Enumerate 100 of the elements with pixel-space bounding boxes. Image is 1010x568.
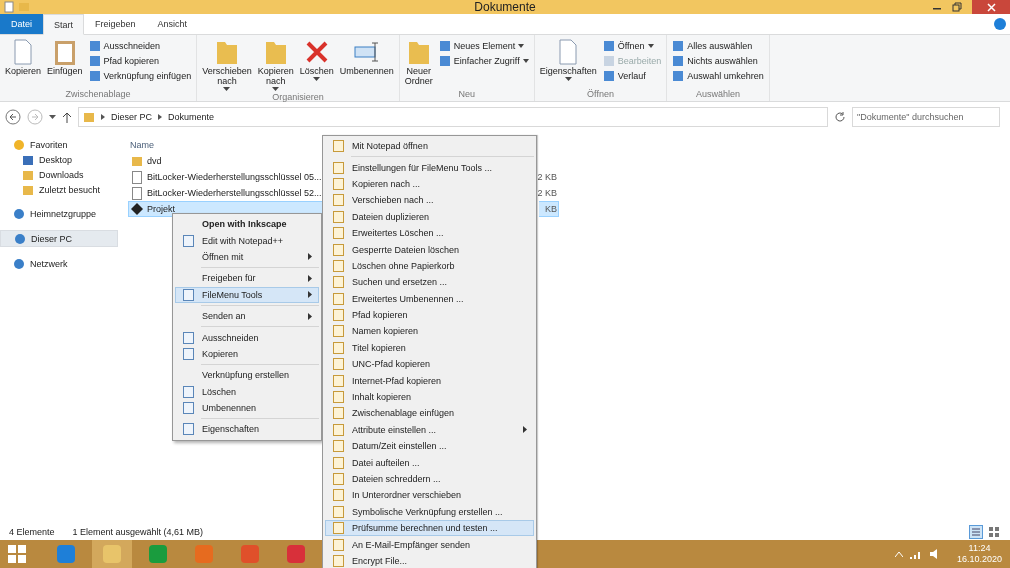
ribbon-button[interactable]: Auswahl umkehren: [670, 69, 766, 83]
menu-item[interactable]: Ausschneiden: [175, 329, 319, 346]
help-icon[interactable]: [994, 18, 1006, 30]
ribbon-button[interactable]: Neues Element: [436, 39, 531, 53]
menu-item[interactable]: Verschieben nach ...: [325, 192, 534, 209]
ribbon-button[interactable]: Kopieren nach: [255, 37, 296, 92]
chevron-up-icon[interactable]: [894, 551, 903, 557]
ribbon-button[interactable]: Alles auswählen: [670, 39, 766, 53]
ribbon-button[interactable]: Kopieren: [3, 37, 44, 89]
details-view-icon[interactable]: [969, 525, 983, 539]
ribbon-button[interactable]: Öffnen: [600, 39, 664, 53]
menu-item[interactable]: Freigeben für: [175, 270, 319, 287]
menu-item[interactable]: Erweitertes Umbenennen ...: [325, 290, 534, 307]
up-arrow-icon[interactable]: [62, 111, 72, 123]
page-icon: [332, 341, 344, 354]
ribbon-tab[interactable]: Ansicht: [146, 14, 199, 34]
breadcrumb[interactable]: Dokumente: [168, 112, 215, 122]
sidebar-item[interactable]: Heimnetzgruppe: [0, 206, 118, 221]
file-name-cell[interactable]: BitLocker-Wiederherstellungsschlüssel 52...: [128, 185, 322, 201]
menu-item[interactable]: Dateien schreddern ...: [325, 470, 534, 488]
forward-icon[interactable]: [27, 109, 43, 125]
menu-item[interactable]: Attribute einstellen ...: [325, 421, 534, 439]
menu-item[interactable]: In Unterordner verschieben: [325, 487, 534, 504]
caret-icon: [223, 87, 231, 91]
search-field[interactable]: "Dokumente" durchsuchen: [852, 107, 1000, 127]
menu-item[interactable]: Erweitertes Löschen ...: [325, 224, 534, 242]
sidebar-item[interactable]: Favoriten: [0, 137, 118, 152]
ribbon-button[interactable]: Verknüpfung einfügen: [86, 69, 194, 83]
page-icon: [332, 140, 344, 153]
menu-item[interactable]: FileMenu Tools: [175, 286, 319, 303]
menu-item[interactable]: Verknüpfung erstellen: [175, 367, 319, 384]
menu-item[interactable]: Löschen ohne Papierkorb: [325, 257, 534, 275]
menu-item[interactable]: Senden an: [175, 307, 319, 325]
ribbon-tab[interactable]: Freigeben: [84, 14, 147, 34]
close-button[interactable]: [972, 0, 1010, 14]
menu-item[interactable]: Encrypt File...: [325, 552, 534, 568]
menu-item[interactable]: Umbenennen: [175, 399, 319, 417]
menu-item[interactable]: Symbolische Verknüpfung erstellen ...: [325, 503, 534, 520]
menu-item[interactable]: Eigenschaften: [175, 421, 319, 438]
menu-item[interactable]: Pfad kopieren: [325, 306, 534, 324]
folder-icon: [22, 153, 34, 166]
sidebar-item[interactable]: Desktop: [0, 152, 118, 167]
sidebar-item[interactable]: Netzwerk: [0, 256, 118, 271]
node-icon: [13, 207, 25, 220]
ribbon-button[interactable]: Löschen: [297, 37, 336, 92]
ribbon-button[interactable]: Ausschneiden: [86, 39, 194, 53]
menu-item[interactable]: An E-Mail-Empfänger senden: [325, 536, 534, 553]
menu-item[interactable]: Mit Notepad öffnen: [325, 138, 534, 155]
breadcrumb[interactable]: Dieser PC: [111, 112, 152, 122]
tiles-view-icon[interactable]: [987, 525, 1001, 539]
menu-item[interactable]: Einstellungen für FileMenu Tools ...: [325, 159, 534, 176]
address-bar[interactable]: Dieser PC Dokumente: [78, 107, 828, 127]
page-icon: [332, 538, 344, 551]
refresh-icon[interactable]: [834, 111, 846, 123]
ribbon-tab[interactable]: Start: [43, 14, 85, 35]
ribbon-button[interactable]: Umbenennen: [337, 37, 396, 92]
menu-item[interactable]: Löschen: [175, 383, 319, 400]
ribbon-button[interactable]: Neuer Ordner: [402, 37, 435, 89]
document-icon[interactable]: [4, 1, 14, 13]
menu-item[interactable]: Dateien duplizieren: [325, 208, 534, 225]
menu-item[interactable]: Namen kopieren: [325, 323, 534, 340]
menu-item[interactable]: Kopieren: [175, 345, 319, 363]
ribbon-button[interactable]: Nichts auswählen: [670, 54, 766, 68]
menu-item[interactable]: Datum/Zeit einstellen ...: [325, 438, 534, 455]
app-icon: [286, 544, 306, 564]
menu-item[interactable]: Gesperrte Dateien löschen: [325, 241, 534, 258]
ribbon-tab[interactable]: Datei: [0, 14, 43, 34]
node-icon: [13, 138, 25, 151]
menu-item[interactable]: Prüfsumme berechnen und testen ...: [325, 520, 534, 537]
ribbon-button[interactable]: Einfacher Zugriff: [436, 54, 531, 68]
menu-item[interactable]: Open with Inkscape: [175, 216, 319, 233]
sidebar-item[interactable]: Dieser PC: [0, 230, 118, 247]
document-icon: [131, 170, 143, 184]
menu-item[interactable]: Öffnen mit: [175, 248, 319, 266]
sidebar-item[interactable]: Zuletzt besucht: [0, 182, 118, 197]
windows-logo-icon[interactable]: [8, 545, 26, 563]
caret-icon[interactable]: [49, 115, 56, 119]
menu-item[interactable]: UNC-Pfad kopieren: [325, 356, 534, 373]
ribbon-button[interactable]: Verlauf: [600, 69, 664, 83]
sidebar-item[interactable]: Downloads: [0, 167, 118, 182]
file-name-cell[interactable]: dvd: [128, 153, 322, 169]
menu-item[interactable]: Internet-Pfad kopieren: [325, 372, 534, 389]
menu-item[interactable]: Titel kopieren: [325, 339, 534, 357]
ribbon-button[interactable]: Verschieben nach: [200, 37, 254, 92]
file-name-cell[interactable]: BitLocker-Wiederherstellungsschlüssel 05...: [128, 169, 322, 185]
menu-item[interactable]: Kopieren nach ...: [325, 175, 534, 193]
menu-item[interactable]: Edit with Notepad++: [175, 232, 319, 249]
column-header[interactable]: Name: [128, 140, 154, 150]
restore-icon[interactable]: [952, 2, 962, 12]
ribbon-button[interactable]: Pfad kopieren: [86, 54, 194, 68]
ribbon-button[interactable]: Einfügen: [45, 37, 85, 89]
ribbon-button[interactable]: Eigenschaften: [537, 37, 599, 89]
menu-item[interactable]: Inhalt kopieren: [325, 388, 534, 406]
page-icon: [332, 177, 344, 190]
menu-item[interactable]: Datei aufteilen ...: [325, 454, 534, 471]
back-icon[interactable]: [5, 109, 21, 125]
menu-item[interactable]: Zwischenablage einfügen: [325, 405, 534, 422]
menu-item[interactable]: Suchen und ersetzen ...: [325, 274, 534, 291]
page-icon: [332, 276, 344, 289]
group-label: Auswählen: [695, 89, 742, 101]
